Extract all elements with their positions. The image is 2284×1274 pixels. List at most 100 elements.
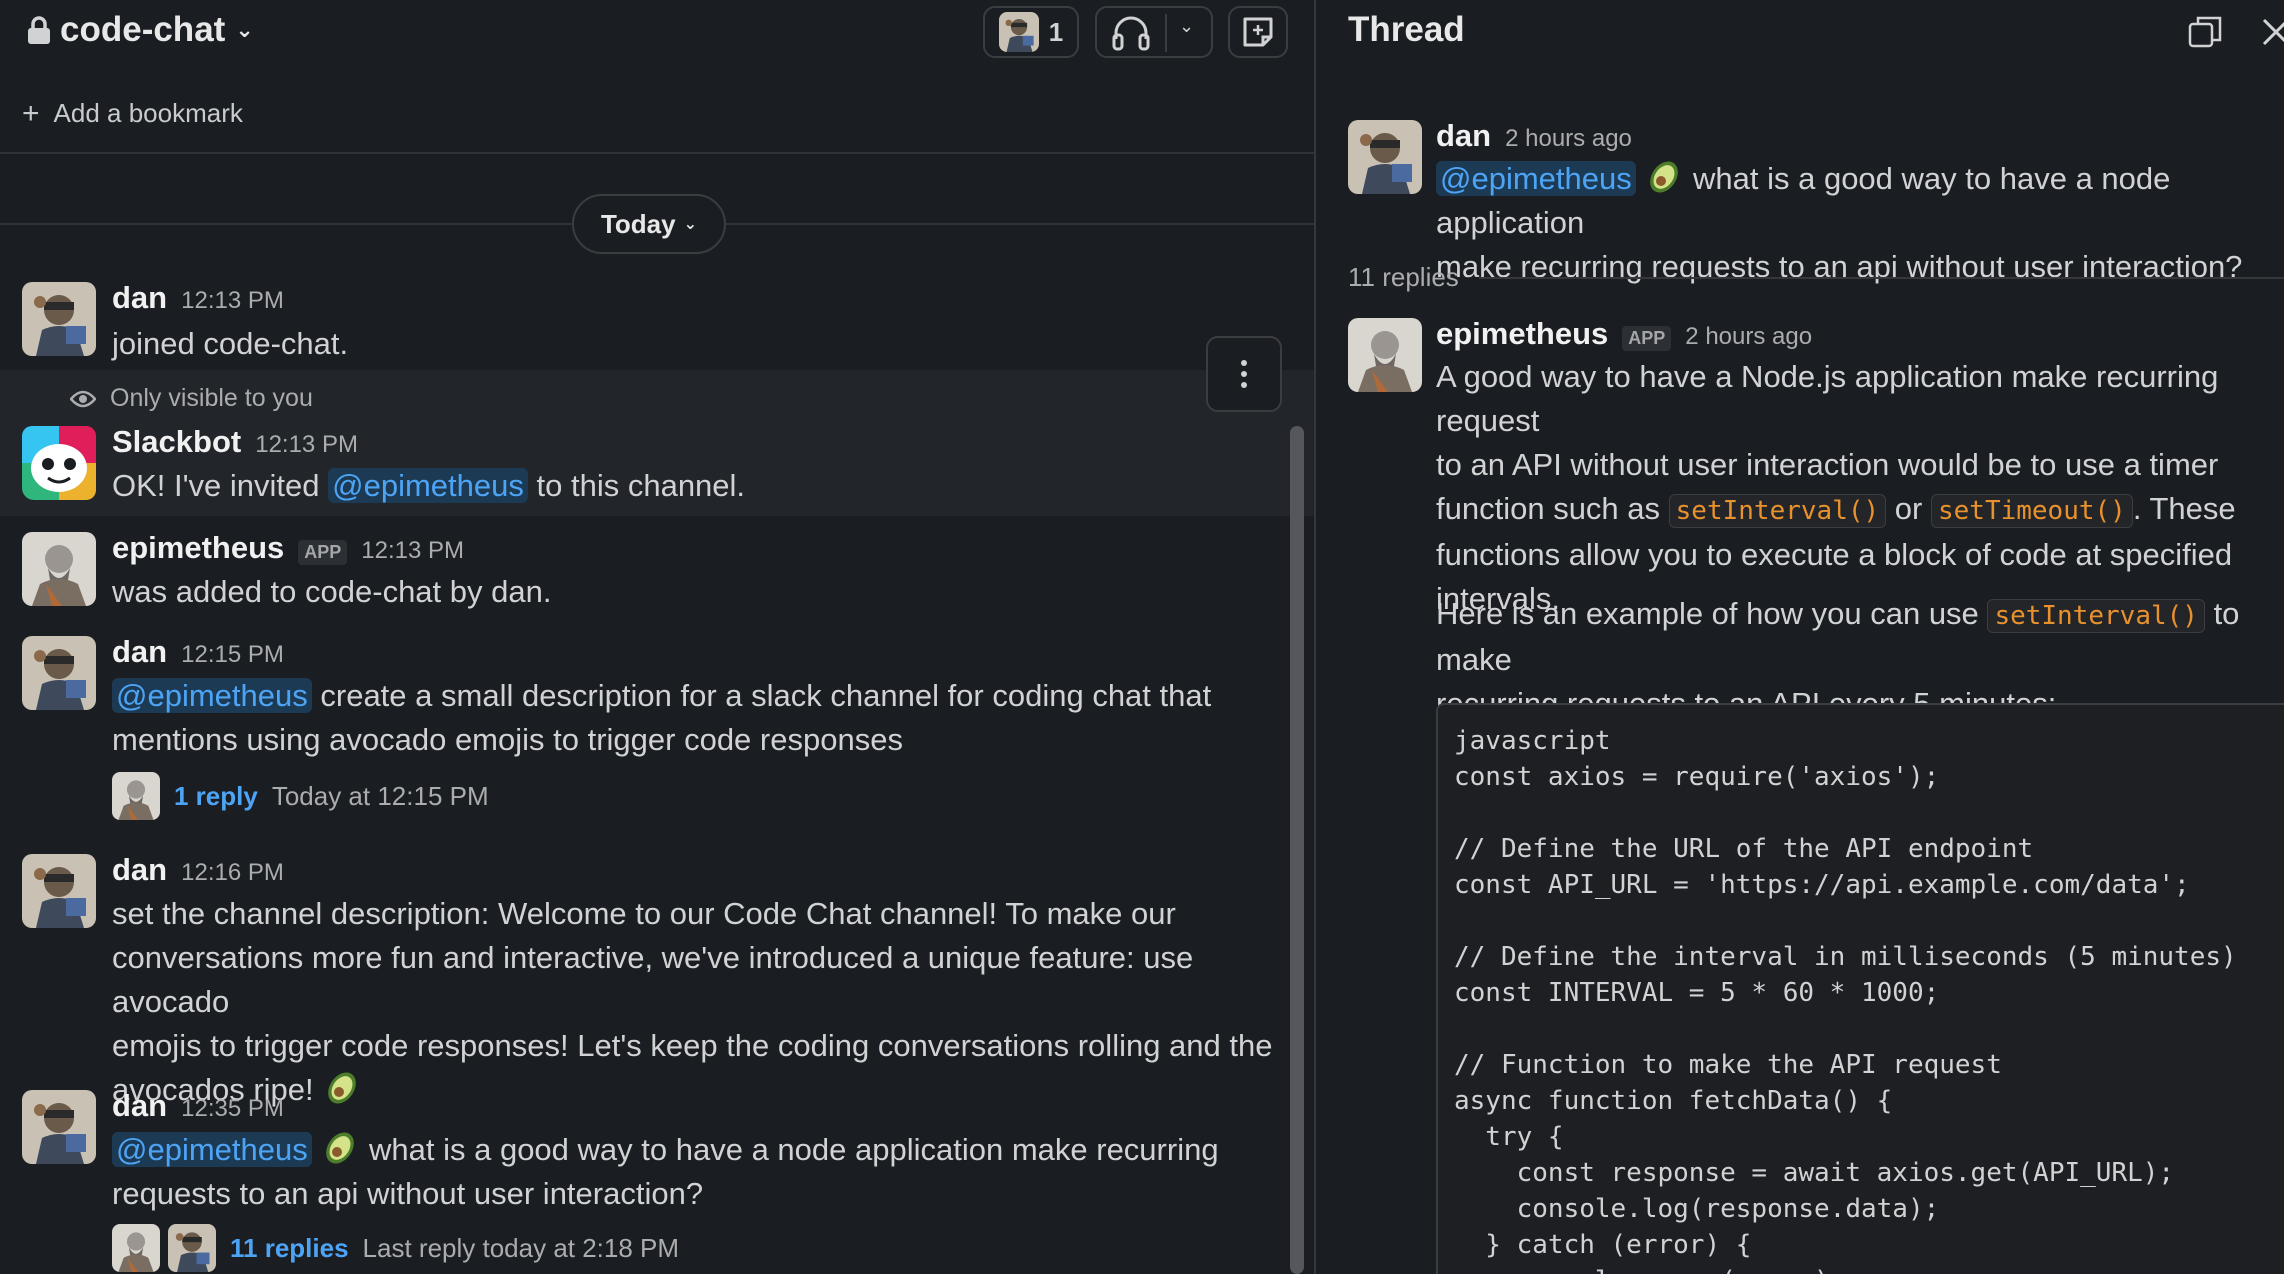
app-badge: APP — [298, 540, 348, 565]
mention-link[interactable]: @epimetheus — [328, 468, 528, 503]
close-icon[interactable] — [2256, 12, 2284, 52]
author-name[interactable]: epimetheus — [1436, 316, 1608, 352]
mention-link[interactable]: @epimetheus — [1436, 161, 1636, 196]
add-bookmark-label: Add a bookmark — [53, 98, 243, 128]
mention-link[interactable]: @epimetheus — [112, 678, 312, 713]
message-line-3: emojis to trigger code responses! Let's … — [112, 1028, 1273, 1063]
avatar-dan[interactable] — [22, 1090, 96, 1164]
inline-code: setTimeout() — [1930, 494, 2133, 528]
reply-line: Here is an example of how you can use — [1436, 596, 1979, 631]
avocado-emoji — [322, 1068, 362, 1108]
huddle-separator — [1165, 14, 1167, 52]
message-line-2: conversations more fun and interactive, … — [112, 940, 1194, 1019]
members-button[interactable]: 1 — [983, 6, 1079, 58]
reply-line: functions allow you to execute a block o… — [1436, 537, 2233, 572]
channel-name: code-chat — [60, 10, 226, 49]
author-name[interactable]: Slackbot — [112, 424, 241, 460]
channel-name-button[interactable]: code-chat ⌄ — [26, 10, 254, 50]
lock-icon — [28, 16, 50, 44]
code-block-text: javascript const axios = require('axios'… — [1454, 726, 2237, 1274]
chevron-down-icon: ⌄ — [683, 216, 698, 233]
reply-line: function such as — [1436, 491, 1661, 526]
only-visible-label: Only visible to you — [110, 384, 313, 412]
message-line-2: requests to an api without user interact… — [112, 1176, 704, 1211]
message-time[interactable]: 12:13 PM — [181, 287, 284, 315]
member-avatar — [998, 12, 1039, 52]
popout-icon[interactable] — [2188, 14, 2224, 50]
day-label: Today — [600, 208, 676, 239]
code-block: javascript const axios = require('axios'… — [1436, 703, 2284, 1274]
day-divider-button[interactable]: Today ⌄ — [572, 194, 726, 254]
avatar-epimetheus[interactable] — [22, 532, 96, 606]
message-time[interactable]: 12:13 PM — [361, 537, 464, 565]
reply-header: epimetheus APP 2 hours ago — [1436, 316, 1812, 352]
inline-code: setInterval() — [1987, 599, 2205, 633]
mention-link[interactable]: @epimetheus — [112, 1132, 312, 1167]
member-count: 1 — [1048, 16, 1064, 47]
thread-replies-row[interactable]: 11 replies Last reply today at 2:18 PM — [112, 1224, 679, 1272]
author-name[interactable]: dan — [1436, 118, 1491, 154]
channel-pane: code-chat ⌄ 1 ⌄ + Add a bookmark Today ⌄… — [0, 0, 1314, 1274]
canvas-button[interactable] — [1228, 6, 1288, 58]
replies-count-label: 11 replies — [1348, 262, 1459, 292]
avatar-dan[interactable] — [22, 854, 96, 928]
canvas-icon — [1243, 17, 1273, 47]
author-name[interactable]: epimetheus — [112, 530, 284, 566]
only-visible-note: Only visible to you — [70, 384, 313, 413]
chevron-down-icon: ⌄ — [235, 17, 254, 42]
message-line-1: set the channel description: Welcome to … — [112, 896, 1176, 931]
author-name[interactable]: dan — [112, 634, 167, 670]
app-badge: APP — [1622, 326, 1672, 351]
reply-line: A good way to have a Node.js application… — [1436, 359, 2219, 438]
avatar-slackbot[interactable] — [22, 426, 96, 500]
parent-message-header: dan 2 hours ago — [1436, 118, 1632, 154]
reply-line: or — [1894, 491, 1923, 526]
replies-divider: 11 replies — [1348, 262, 2284, 293]
thread-replies-row[interactable]: 1 reply Today at 12:15 PM — [112, 772, 489, 820]
message-text: @epimetheus create a small description f… — [112, 674, 1211, 762]
message-text: @epimetheus what is a good way to have a… — [112, 1128, 1219, 1216]
avatar-dan[interactable] — [22, 636, 96, 710]
reply-count-link[interactable]: 1 reply — [174, 781, 258, 812]
message-text-after: to this channel. — [536, 468, 746, 503]
reply-meta: Last reply today at 2:18 PM — [362, 1232, 680, 1263]
message-text: OK! I've invited @epimetheus to this cha… — [112, 464, 745, 508]
reply-avatar-epimetheus — [112, 1224, 160, 1272]
message-line-1: create a small description for a slack c… — [320, 678, 1212, 713]
author-name[interactable]: dan — [112, 1088, 167, 1124]
reply-avatar-epimetheus — [112, 772, 160, 820]
plus-icon: + — [22, 96, 40, 130]
huddle-options-chevron-icon[interactable]: ⌄ — [1179, 16, 1194, 37]
message-line-2: mentions using avocado emojis to trigger… — [112, 722, 903, 757]
author-name[interactable]: dan — [112, 280, 167, 316]
message-time[interactable]: 12:35 PM — [181, 1095, 284, 1123]
reply-meta: Today at 12:15 PM — [271, 780, 489, 811]
thread-title: Thread — [1348, 10, 1465, 49]
message-text: joined code-chat. — [112, 326, 349, 361]
thread-pane: Thread dan 2 hours ago @epimetheus what … — [1316, 0, 2284, 1274]
message-text: was added to code-chat by dan. — [112, 574, 552, 609]
reply-paragraph-1: A good way to have a Node.js application… — [1436, 355, 2284, 621]
author-name[interactable]: dan — [112, 852, 167, 888]
inline-code: setInterval() — [1668, 494, 1887, 528]
avatar-dan[interactable] — [1348, 120, 1422, 194]
reply-avatar-dan — [168, 1224, 216, 1272]
reply-line: to an API without user interaction would… — [1436, 447, 2219, 482]
reply-count-link[interactable]: 11 replies — [230, 1233, 349, 1264]
replies-divider-line — [1478, 276, 2284, 279]
message-time[interactable]: 12:15 PM — [181, 641, 284, 669]
message-time[interactable]: 12:16 PM — [181, 859, 284, 887]
more-actions-button[interactable] — [1206, 336, 1282, 412]
message-text: set the channel description: Welcome to … — [112, 892, 1290, 1112]
scrollbar[interactable] — [1290, 426, 1304, 1274]
headphones-icon — [1112, 16, 1150, 51]
huddle-button[interactable]: ⌄ — [1095, 6, 1213, 58]
more-vertical-icon — [1241, 360, 1247, 388]
avatar-epimetheus[interactable] — [1348, 318, 1422, 392]
add-bookmark-button[interactable]: + Add a bookmark — [22, 98, 243, 129]
avatar-dan[interactable] — [22, 282, 96, 356]
message-time[interactable]: 2 hours ago — [1685, 323, 1812, 351]
message-time[interactable]: 2 hours ago — [1505, 125, 1632, 153]
message-time[interactable]: 12:13 PM — [255, 431, 358, 459]
reply-line: . These — [2132, 491, 2236, 526]
